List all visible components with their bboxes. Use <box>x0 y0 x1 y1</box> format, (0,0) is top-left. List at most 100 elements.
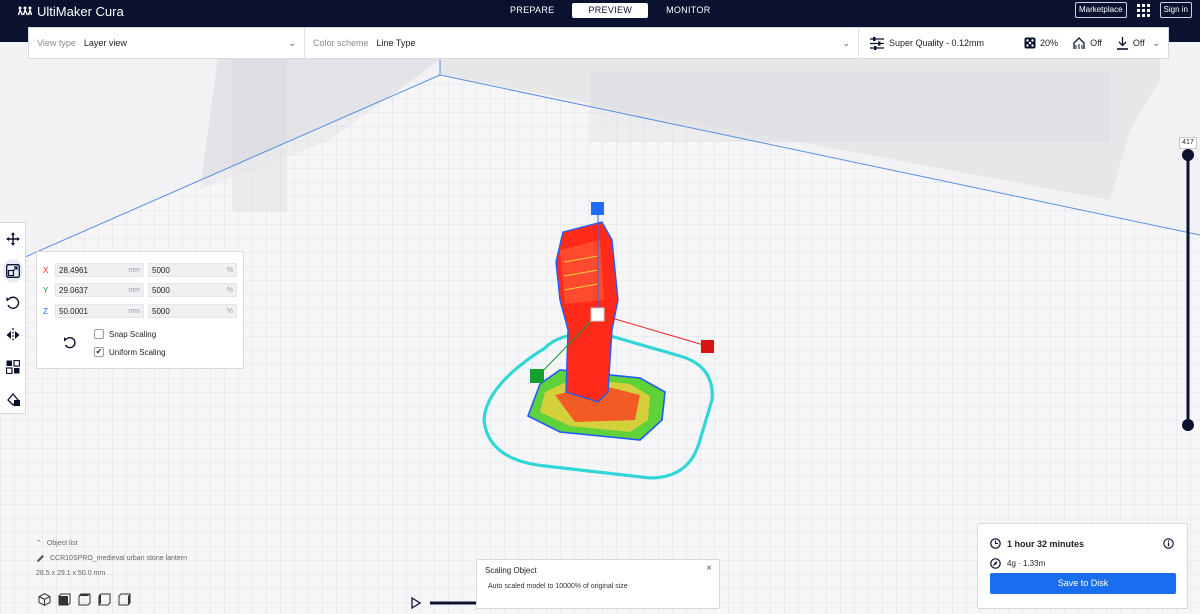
scale-y-mm-value: 29.0637 <box>59 285 88 295</box>
layer-slider-top-handle[interactable] <box>1182 149 1194 161</box>
infill-item: 20% <box>1024 37 1058 49</box>
print-settings-selector[interactable]: Super Quality - 0.12mm 20% Off Off ⌄ <box>859 28 1168 58</box>
scaling-notification: Scaling Object × Auto scaled model to 10… <box>476 559 720 609</box>
top-bar: UltiMaker Cura PREPARE PREVIEW MONITOR M… <box>0 0 1200 22</box>
snap-scaling-checkbox[interactable]: Snap Scaling <box>94 329 156 339</box>
notification-title: Scaling Object <box>485 566 537 575</box>
app-title: UltiMaker Cura <box>37 3 124 19</box>
uniform-scaling-label: Uniform Scaling <box>109 347 166 357</box>
view-type-selector[interactable]: View type Layer view ⌄ <box>29 28 305 58</box>
unit-mm: mm <box>128 307 140 315</box>
scale-icon <box>5 264 20 278</box>
layer-top-value[interactable]: 417 <box>1179 137 1197 149</box>
unit-percent: % <box>226 266 233 274</box>
ultimaker-logo-icon <box>18 6 32 16</box>
right-view-icon[interactable] <box>118 593 131 606</box>
print-time-row: 1 hour 32 minutes <box>990 538 1084 549</box>
scale-panel: X 28.4961 mm 5000 % Y 29.0637 mm 5000 % … <box>36 251 244 369</box>
gizmo-z-handle[interactable] <box>591 202 604 215</box>
scale-z-mm-field[interactable]: 50.0001 mm <box>55 304 144 318</box>
save-to-disk-button[interactable]: Save to Disk <box>990 573 1176 594</box>
scale-x-pct-field[interactable]: 5000 % <box>148 263 237 277</box>
clock-icon <box>990 538 1001 549</box>
gizmo-center-handle[interactable] <box>590 307 605 322</box>
layer-slider-bottom-handle[interactable] <box>1182 419 1194 431</box>
scale-x-mm-value: 28.4961 <box>59 265 88 275</box>
tab-preview[interactable]: PREVIEW <box>572 3 649 18</box>
gizmo-y-handle[interactable] <box>530 369 544 383</box>
stage-tabs: PREPARE PREVIEW MONITOR <box>494 3 727 18</box>
3d-view-icon[interactable] <box>38 593 51 606</box>
adhesion-icon <box>1116 36 1128 50</box>
profile-value: Super Quality - 0.12mm <box>889 38 985 48</box>
reset-scale-button[interactable] <box>63 336 77 353</box>
gizmo-x-handle[interactable] <box>701 340 714 353</box>
support-item: Off <box>1072 36 1102 50</box>
infill-value: 20% <box>1040 38 1059 48</box>
rotate-tool[interactable] <box>3 291 23 315</box>
scale-x-pct-value: 5000 <box>152 265 170 275</box>
object-name-row[interactable]: CCR10SPRO_medieval urban stone lantern <box>36 554 187 563</box>
sign-in-button[interactable]: Sign in <box>1159 2 1192 18</box>
unit-percent: % <box>226 286 233 294</box>
object-list-header[interactable]: ⌃ Object list <box>36 539 187 548</box>
material-row: 4g · 1.33m <box>990 558 1045 569</box>
scale-z-pct-value: 5000 <box>152 306 170 316</box>
marketplace-button[interactable]: Marketplace <box>1074 2 1127 18</box>
object-list: ⌃ Object list CCR10SPRO_medieval urban s… <box>36 539 187 584</box>
camera-view-buttons <box>38 593 131 606</box>
scale-tool[interactable] <box>2 259 23 283</box>
top-view-icon[interactable] <box>78 593 91 606</box>
app-logo: UltiMaker Cura <box>18 4 124 19</box>
scale-row-x: X 28.4961 mm 5000 % <box>43 263 237 277</box>
uniform-scaling-checkbox[interactable]: ✔ Uniform Scaling <box>94 347 165 357</box>
scale-z-mm-value: 50.0001 <box>59 306 88 316</box>
move-icon <box>5 232 20 246</box>
spool-icon <box>990 558 1001 569</box>
support-blocker-tool[interactable] <box>3 387 23 411</box>
axis-y-label: Y <box>43 285 49 295</box>
snap-scaling-box[interactable] <box>94 329 104 339</box>
adhesion-item: Off <box>1116 36 1145 50</box>
support-value: Off <box>1090 38 1102 48</box>
per-model-settings-icon <box>5 360 20 374</box>
pencil-icon <box>37 555 44 562</box>
mirror-tool[interactable] <box>3 323 23 347</box>
scale-y-mm-field[interactable]: 29.0637 mm <box>55 283 144 297</box>
material-value: 4g · 1.33m <box>1007 559 1046 568</box>
front-view-icon[interactable] <box>58 593 71 606</box>
reset-icon <box>64 336 76 349</box>
view-type-value: Layer view <box>83 38 127 48</box>
profile-item: Super Quality - 0.12mm <box>869 36 985 50</box>
scale-z-pct-field[interactable]: 5000 % <box>148 304 237 318</box>
support-blocker-icon <box>6 392 20 406</box>
chevron-up-icon: ⌃ <box>36 540 42 547</box>
tab-prepare[interactable]: PREPARE <box>494 3 570 18</box>
info-icon[interactable] <box>1163 538 1174 552</box>
unit-mm: mm <box>128 266 140 274</box>
apps-grid-icon[interactable] <box>1136 3 1150 17</box>
move-tool[interactable] <box>3 227 23 251</box>
account-area: Marketplace Sign in <box>1074 2 1192 18</box>
close-icon[interactable]: × <box>706 563 712 574</box>
uniform-scaling-box[interactable]: ✔ <box>94 347 104 357</box>
object-name: CCR10SPRO_medieval urban stone lantern <box>50 555 187 562</box>
adhesion-value: Off <box>1132 38 1145 48</box>
chevron-down-icon: ⌄ <box>1152 38 1160 48</box>
notification-message: Auto scaled model to 10000% of original … <box>488 583 628 590</box>
tab-monitor[interactable]: MONITOR <box>650 3 726 18</box>
chevron-down-icon: ⌄ <box>842 38 850 48</box>
color-scheme-label: Color scheme <box>313 38 369 48</box>
scale-row-z: Z 50.0001 mm 5000 % <box>43 304 237 318</box>
scale-y-pct-value: 5000 <box>152 285 170 295</box>
chevron-down-icon: ⌄ <box>288 38 296 48</box>
per-model-settings-tool[interactable] <box>3 355 23 379</box>
left-view-icon[interactable] <box>98 593 111 606</box>
object-dimensions: 28.5 x 29.1 x 50.0 mm <box>36 570 106 577</box>
scale-x-mm-field[interactable]: 28.4961 mm <box>55 263 144 277</box>
tool-panel <box>0 222 26 414</box>
object-list-title: Object list <box>46 539 78 547</box>
scale-y-pct-field[interactable]: 5000 % <box>148 283 237 297</box>
scale-row-y: Y 29.0637 mm 5000 % <box>43 283 237 297</box>
color-scheme-selector[interactable]: Color scheme Line Type ⌄ <box>305 28 859 58</box>
